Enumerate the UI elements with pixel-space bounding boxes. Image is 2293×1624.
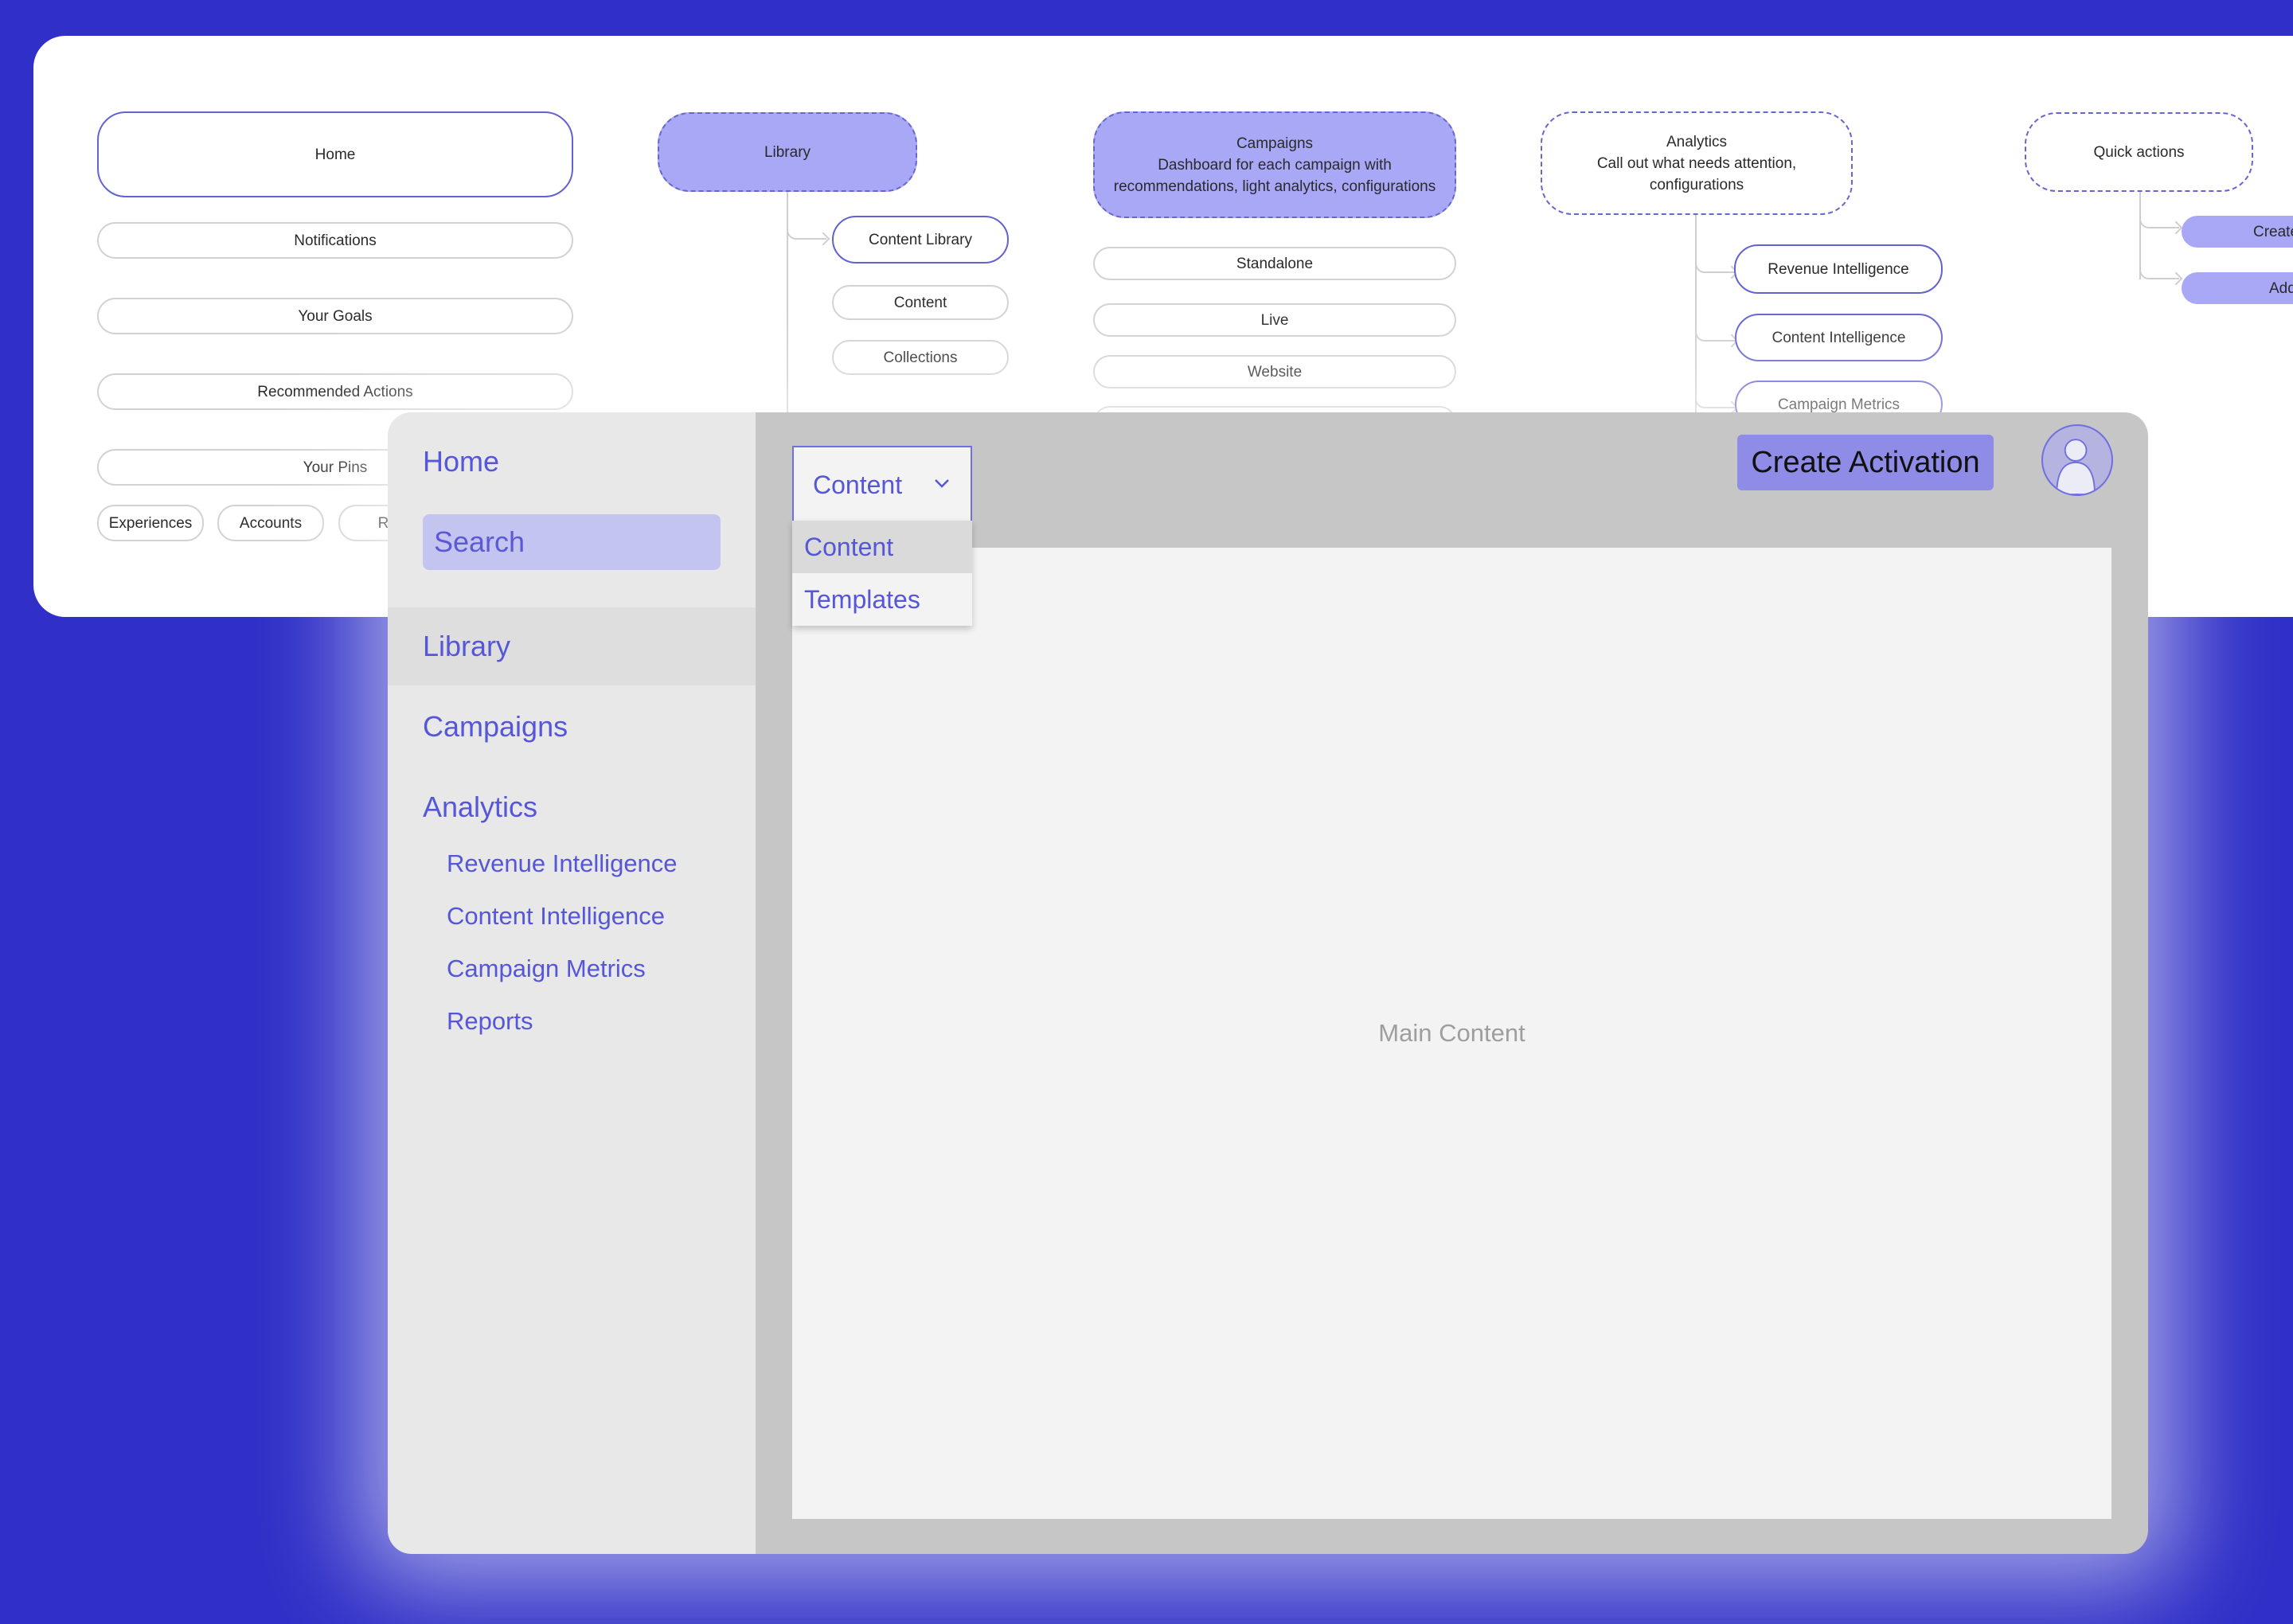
avatar[interactable] — [2041, 424, 2113, 496]
dropdown-option-templates[interactable]: Templates — [792, 573, 972, 626]
connector-arrow — [1695, 396, 1735, 408]
sidebar-item-analytics[interactable]: Analytics — [423, 790, 537, 825]
node-text: Campaigns Dashboard for each campaign wi… — [1111, 133, 1439, 197]
sidebar-subitem-campaign-metrics[interactable]: Campaign Metrics — [447, 951, 646, 986]
search-box[interactable] — [423, 514, 834, 570]
sitemap-chip-experiences: Experiences — [97, 505, 204, 541]
dropdown-option-content[interactable]: Content — [792, 521, 972, 573]
sitemap-node-content: Content — [832, 285, 1009, 320]
node-label: Collections — [883, 349, 958, 366]
sitemap-node-collections: Collections — [832, 340, 1009, 375]
sitemap-node-home: Home — [97, 111, 573, 197]
sitemap-node-analytics: Analytics Call out what needs attention,… — [1541, 111, 1853, 215]
create-activation-button[interactable]: Create Activation — [1737, 435, 1994, 490]
connector-arrow — [1695, 260, 1735, 273]
node-label: Notifications — [294, 232, 377, 249]
sidebar-item-home[interactable]: Home — [423, 444, 499, 479]
sitemap-node-library: Library — [658, 112, 917, 192]
sidebar-item-campaigns[interactable]: Campaigns — [423, 709, 568, 744]
main-content-area: Main Content — [792, 548, 2111, 1519]
sitemap-node-campaigns: Campaigns Dashboard for each campaign wi… — [1093, 111, 1456, 218]
sitemap-node-revenue-intelligence: Revenue Intelligence — [1734, 244, 1943, 294]
node-label: Content — [893, 294, 947, 311]
sidebar-subitem-revenue-intelligence[interactable]: Revenue Intelligence — [447, 846, 678, 881]
sitemap-node-content-library: Content Library — [832, 216, 1009, 264]
node-label: Library — [764, 143, 811, 161]
node-description: Dashboard for each campaign with recomme… — [1113, 156, 1436, 195]
node-label: Recommended Actions — [257, 383, 413, 400]
node-label: Website — [1247, 363, 1303, 381]
dropdown-value: Content — [813, 470, 903, 499]
sitemap-node-recommended-actions: Recommended Actions — [97, 373, 573, 410]
sitemap-node-notifications: Notifications — [97, 222, 573, 259]
node-label: Analytics — [1666, 133, 1728, 150]
node-label: Content Library — [869, 231, 972, 248]
node-label: Your Pins — [303, 459, 368, 476]
node-label: Create — [2253, 223, 2293, 240]
node-label: Add — [2269, 279, 2293, 297]
app-window: Home Library Campaigns Analytics Revenue… — [388, 412, 2148, 1554]
connector-arrow — [787, 227, 826, 240]
connector-arrow — [2139, 216, 2179, 228]
sitemap-node-live: Live — [1093, 303, 1456, 337]
connector-arrow — [1695, 329, 1735, 342]
sidebar: Home Library Campaigns Analytics Revenue… — [388, 412, 834, 1554]
sitemap-chip-accounts: Accounts — [217, 505, 324, 541]
node-label: Your Goals — [298, 307, 373, 325]
sitemap-node-create: Create — [2182, 216, 2293, 248]
search-input[interactable] — [434, 525, 804, 559]
node-label: Accounts — [239, 514, 303, 532]
content-type-dropdown[interactable]: Content — [792, 446, 972, 522]
dropdown-menu: Content Templates — [792, 521, 972, 626]
sitemap-node-your-goals: Your Goals — [97, 298, 573, 334]
sitemap-node-website: Website — [1093, 355, 1456, 388]
node-label: Quick actions — [2093, 143, 2185, 161]
node-label: Campaigns — [1236, 135, 1314, 152]
node-label: Live — [1260, 311, 1289, 329]
connector-arrow — [2139, 267, 2179, 279]
sidebar-subitem-reports[interactable]: Reports — [447, 1004, 533, 1039]
node-label: Home — [314, 146, 356, 163]
node-label: Experiences — [108, 514, 193, 532]
sidebar-subitem-content-intelligence[interactable]: Content Intelligence — [447, 899, 665, 934]
sitemap-node-content-intelligence: Content Intelligence — [1735, 314, 1943, 361]
node-label: Standalone — [1236, 255, 1314, 272]
node-label: Revenue Intelligence — [1768, 260, 1909, 278]
sidebar-item-library[interactable]: Library — [423, 629, 510, 664]
user-icon — [2056, 439, 2096, 494]
sitemap-node-standalone: Standalone — [1093, 247, 1456, 280]
node-label: Content Intelligence — [1772, 329, 1906, 346]
sitemap-node-quick-actions: Quick actions — [2025, 112, 2253, 192]
node-text: Analytics Call out what needs attention,… — [1558, 131, 1835, 196]
node-description: Call out what needs attention, configura… — [1596, 154, 1797, 193]
main-content-placeholder: Main Content — [1378, 1019, 1525, 1047]
chevron-down-icon — [931, 472, 971, 498]
sitemap-node-add: Add — [2182, 272, 2293, 304]
